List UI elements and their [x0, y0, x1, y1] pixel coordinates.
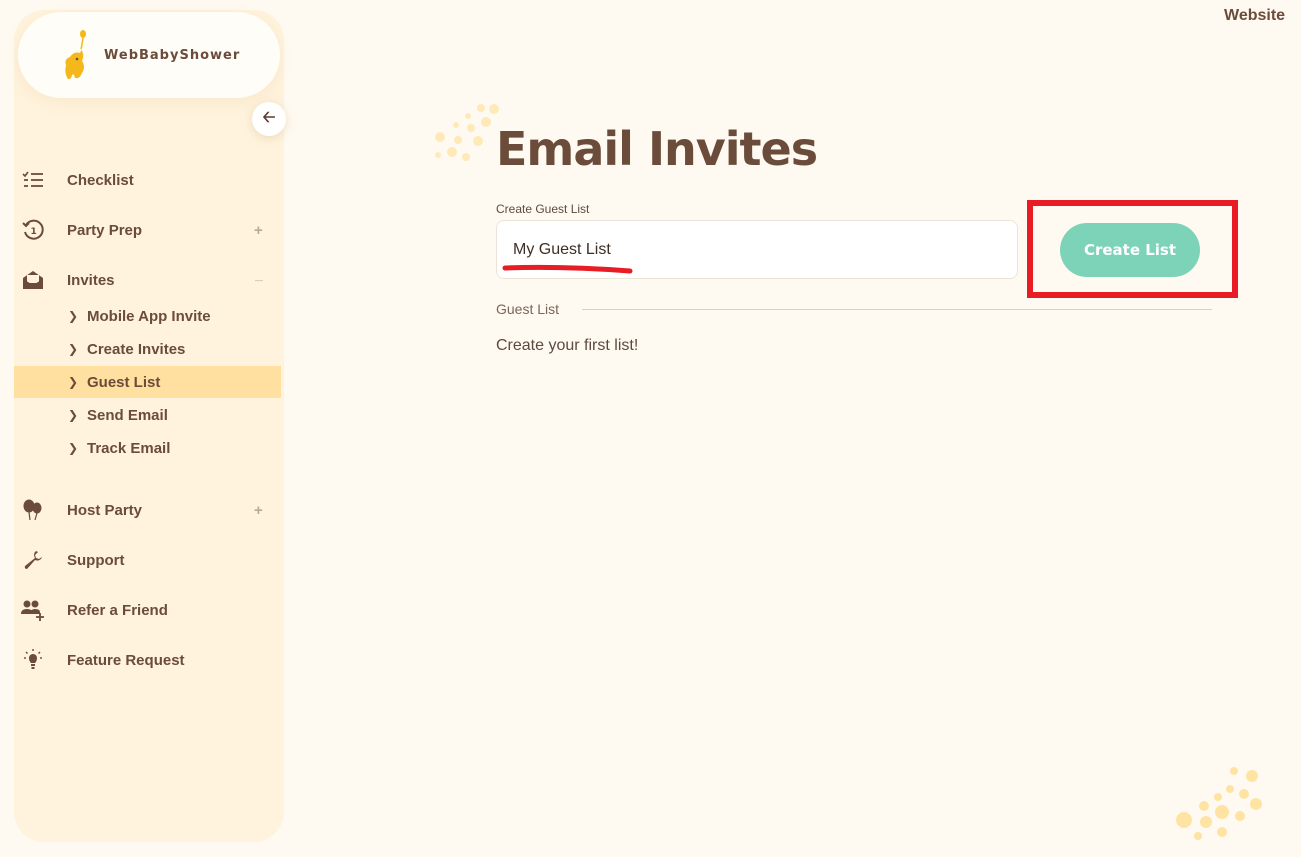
chevron-right-icon: ❯ [68, 441, 79, 455]
website-link[interactable]: Website [1224, 7, 1285, 25]
sidebar-item-checklist[interactable]: Checklist [14, 163, 284, 197]
sidebar-subitem-guest-list[interactable]: ❯ Guest List [14, 366, 281, 398]
expand-icon[interactable]: + [254, 502, 263, 519]
empty-state-message: Create your first list! [496, 337, 639, 354]
balloons-icon [20, 497, 46, 523]
sidebar-item-label: Invites [67, 271, 115, 289]
collapse-icon[interactable]: — [255, 276, 263, 285]
sidebar-subitem-mobile-app-invite[interactable]: ❯ Mobile App Invite [14, 300, 281, 332]
annotation-underline [502, 264, 633, 274]
sidebar-subitem-label: Create Invites [87, 340, 186, 358]
elephant-balloon-icon [65, 30, 86, 80]
sidebar-subitem-create-invites[interactable]: ❯ Create Invites [14, 333, 281, 365]
page-title: Email Invites [496, 122, 818, 176]
arrow-left-icon: 🡠 [262, 108, 276, 126]
decorative-dots [1176, 767, 1262, 840]
svg-text:1: 1 [31, 227, 37, 237]
guest-list-section-label: Guest List [496, 301, 560, 317]
chevron-right-icon: ❯ [68, 408, 79, 422]
logo[interactable]: WebBabyShower [18, 12, 280, 98]
sidebar-item-label: Feature Request [67, 651, 185, 669]
sidebar-item-label: Party Prep [67, 221, 143, 239]
sidebar-item-invites[interactable]: Invites — [14, 263, 284, 297]
lightbulb-icon [20, 647, 46, 673]
sidebar-subitem-label: Mobile App Invite [87, 307, 211, 325]
sidebar-item-label: Checklist [67, 171, 134, 189]
sidebar-item-support[interactable]: Support [14, 543, 284, 577]
expand-icon[interactable]: + [254, 222, 263, 239]
create-list-button[interactable]: Create List [1060, 223, 1200, 277]
create-guest-list-label: Create Guest List [496, 202, 590, 216]
envelope-open-icon [20, 267, 46, 293]
sidebar-item-refer-a-friend[interactable]: Refer a Friend [14, 593, 284, 627]
add-user-icon [20, 597, 46, 623]
divider [582, 309, 1212, 310]
chevron-right-icon: ❯ [68, 342, 79, 356]
sidebar-subitem-label: Send Email [87, 406, 168, 424]
sidebar-item-host-party[interactable]: Host Party + [14, 493, 284, 527]
history-icon: 1 [20, 217, 46, 243]
wrench-icon [20, 547, 46, 573]
brand-name: WebBabyShower [104, 47, 241, 63]
chevron-right-icon: ❯ [68, 375, 79, 389]
checklist-icon [20, 167, 46, 193]
sidebar-subitem-label: Track Email [87, 439, 171, 457]
sidebar-item-label: Host Party [67, 501, 143, 519]
collapse-sidebar-button[interactable]: 🡠 [252, 102, 286, 136]
sidebar-subitem-label: Guest List [87, 373, 161, 391]
sidebar-item-party-prep[interactable]: 1 Party Prep + [14, 213, 284, 247]
sidebar-subitem-track-email[interactable]: ❯ Track Email [14, 432, 281, 464]
chevron-right-icon: ❯ [68, 309, 79, 323]
sidebar-subitem-send-email[interactable]: ❯ Send Email [14, 399, 281, 431]
sidebar-item-feature-request[interactable]: Feature Request [14, 643, 284, 677]
sidebar-item-label: Support [67, 551, 125, 569]
sidebar-item-label: Refer a Friend [67, 601, 168, 619]
